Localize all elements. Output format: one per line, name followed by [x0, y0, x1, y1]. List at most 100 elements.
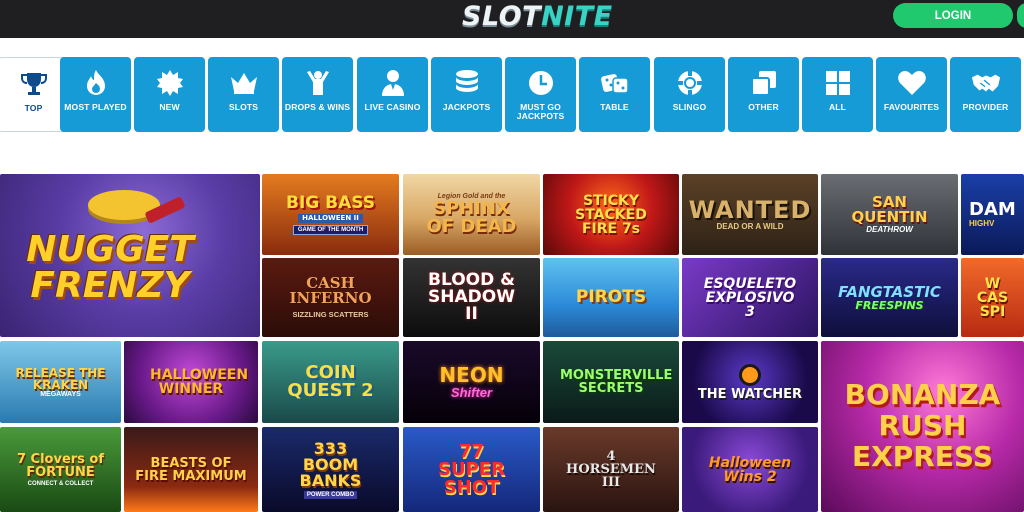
starburst-icon — [155, 69, 185, 97]
game-subtitle: Shifter — [450, 384, 493, 400]
game-tile-nugget-frenzy[interactable]: NUGGET FRENZY — [0, 174, 260, 337]
game-tile-san-quentin[interactable]: SAN QUENTIN DEATHROW — [821, 174, 958, 255]
game-title: COIN QUEST 2 — [287, 362, 374, 401]
logo-text-part1: SLOT — [462, 1, 542, 32]
category-provider[interactable]: PROVIDER — [950, 57, 1021, 132]
category-label: OTHER — [748, 102, 779, 112]
game-title: RELEASE THE KRAKEN — [15, 365, 106, 392]
dice-icon — [600, 69, 630, 97]
category-label: SLINGO — [672, 102, 707, 112]
game-tile-dam-highv[interactable]: DAM HIGHV — [961, 174, 1024, 255]
category-jackpots[interactable]: JACKPOTS — [431, 57, 502, 132]
game-tile-4-horsemen-iii[interactable]: 4 HORSEMEN III — [543, 427, 679, 512]
game-title: NEON — [439, 362, 504, 387]
game-title: W CAS SPI — [976, 275, 1009, 320]
game-title: HALLOWEEN WINNER — [150, 367, 249, 397]
clock-icon — [526, 69, 556, 97]
eye-icon — [738, 363, 761, 386]
category-label: NEW — [159, 102, 180, 112]
category-label: ALL — [828, 102, 846, 112]
game-tile-77-super-shot[interactable]: 77 SUPER SHOT — [403, 427, 540, 512]
category-top[interactable]: TOP — [0, 57, 69, 132]
grid-icon — [823, 69, 853, 97]
game-title: STICKY STACKED FIRE 7s — [575, 192, 647, 237]
game-subtitle: CONNECT & COLLECT — [27, 480, 94, 487]
category-slots[interactable]: SLOTS — [208, 57, 279, 132]
category-bar: TOP MOST PLAYED NEW SLOTS DROPS & WINS L… — [0, 57, 1024, 133]
handshake-icon — [971, 69, 1001, 97]
game-subtitle: FREESPINS — [855, 298, 924, 312]
category-drops-wins[interactable]: DROPS & WINS — [282, 57, 353, 132]
coin-stack-icon — [452, 69, 482, 97]
dealer-icon — [378, 69, 408, 97]
game-tile-7-clovers-of-fortune[interactable]: 7 Clovers of FORTUNE CONNECT & COLLECT — [0, 427, 121, 512]
game-subtitle: DEAD OR A WILD — [716, 222, 784, 231]
game-tile-wanted-dead-or-a-wild[interactable]: WANTED DEAD OR A WILD — [682, 174, 818, 255]
category-new[interactable]: NEW — [134, 57, 205, 132]
game-title: BONANZA RUSH EXPRESS — [844, 378, 1001, 473]
game-title: WANTED — [688, 196, 812, 224]
category-slingo[interactable]: SLINGO — [654, 57, 725, 132]
game-title: 77 SUPER SHOT — [438, 440, 505, 498]
category-label: TOP — [24, 103, 43, 113]
logo-text-part2: NITE — [541, 1, 613, 32]
register-button[interactable] — [1017, 3, 1024, 28]
game-tile-bonanza-rush-express[interactable]: BONANZA RUSH EXPRESS — [821, 341, 1024, 512]
game-title: FANGTASTIC — [838, 282, 941, 301]
game-title: CASH INFERNO — [289, 274, 372, 307]
game-tile-esqueleto-explosivo-3[interactable]: ESQUELETO EXPLOSIVO 3 — [682, 258, 818, 337]
game-title: BLOOD & SHADOW II — [428, 270, 515, 324]
game-title: 4 HORSEMEN III — [566, 449, 656, 490]
category-all[interactable]: ALL — [802, 57, 873, 132]
game-tile-sphinx-of-dead[interactable]: Legion Gold and the SPHINX OF DEAD — [403, 174, 540, 255]
category-label: MUST GO JACKPOTS — [516, 102, 565, 121]
login-button[interactable]: LOGIN — [893, 3, 1013, 28]
flame-icon — [81, 69, 111, 97]
game-tile-monsterville-secrets[interactable]: MONSTERVILLE SECRETS — [543, 341, 679, 423]
game-tile-beasts-of-fire-maximum[interactable]: BEASTS OF FIRE MAXIMUM — [124, 427, 258, 512]
game-tile-pirots[interactable]: PIROTS — [543, 258, 679, 337]
game-tile-neon-shifter[interactable]: NEON Shifter — [403, 341, 540, 423]
game-subtitle: HALLOWEEN II — [298, 213, 363, 223]
game-tile-the-watcher[interactable]: THE WATCHER — [682, 341, 818, 423]
category-label: FAVOURITES — [883, 102, 940, 112]
game-title: ESQUELETO EXPLOSIVO 3 — [703, 275, 797, 320]
heart-icon — [897, 69, 927, 97]
game-title: SPHINX OF DEAD — [426, 198, 517, 237]
game-tile-release-the-kraken[interactable]: RELEASE THE KRAKEN MEGAWAYS — [0, 341, 121, 423]
game-tile-sticky-stacked-fire[interactable]: STICKY STACKED FIRE 7s — [543, 174, 679, 255]
game-subtitle: MEGAWAYS — [40, 390, 81, 398]
category-must-go-jackpots[interactable]: MUST GO JACKPOTS — [505, 57, 576, 132]
game-title: PIROTS — [575, 287, 647, 307]
game-subtitle: HIGHV — [969, 219, 995, 228]
game-tile-cash-inferno[interactable]: CASH INFERNO SIZZLING SCATTERS — [262, 258, 399, 337]
crown-icon — [229, 69, 259, 97]
category-other[interactable]: OTHER — [728, 57, 799, 132]
category-live-casino[interactable]: LIVE CASINO — [357, 57, 428, 132]
game-title: NUGGET FRENZY — [26, 229, 194, 306]
category-label: DROPS & WINS — [284, 102, 351, 112]
game-tile-big-bass-halloween[interactable]: BIG BASS HALLOWEEN II GAME OF THE MONTH — [262, 174, 399, 255]
category-label: TABLE — [600, 102, 629, 112]
game-tile-wild-cash-spins[interactable]: W CAS SPI — [961, 258, 1024, 337]
category-table[interactable]: TABLE — [579, 57, 650, 132]
game-tile-blood-shadow[interactable]: BLOOD & SHADOW II — [403, 258, 540, 337]
game-tile-halloween-wins-2[interactable]: Halloween Wins 2 — [682, 427, 818, 512]
game-tile-halloween-winner[interactable]: HALLOWEEN WINNER — [124, 341, 258, 423]
game-title: 7 Clovers of FORTUNE — [16, 451, 105, 480]
category-favourites[interactable]: FAVOURITES — [876, 57, 947, 132]
game-tile-coin-quest-2[interactable]: COIN QUEST 2 — [262, 341, 399, 423]
category-most-played[interactable]: MOST PLAYED — [60, 57, 131, 132]
game-tile-boom-banks[interactable]: 333 BOOM BANKS POWER COMBO — [262, 427, 399, 512]
game-title: SAN QUENTIN — [851, 193, 928, 226]
game-title: 333 BOOM BANKS — [299, 438, 362, 490]
squares-icon — [749, 69, 779, 97]
game-subtitle: POWER COMBO — [303, 490, 358, 499]
game-of-month-badge: GAME OF THE MONTH — [292, 224, 369, 235]
game-title: MONSTERVILLE SECRETS — [560, 368, 673, 396]
category-label: PROVIDER — [962, 102, 1009, 112]
slotnite-logo[interactable]: SLOTNITE — [462, 2, 613, 32]
celebrate-person-icon — [303, 69, 333, 97]
game-tile-fangtastic[interactable]: FANGTASTIC FREESPINS — [821, 258, 958, 337]
top-navigation-bar: SLOTNITE LOGIN — [0, 0, 1024, 38]
